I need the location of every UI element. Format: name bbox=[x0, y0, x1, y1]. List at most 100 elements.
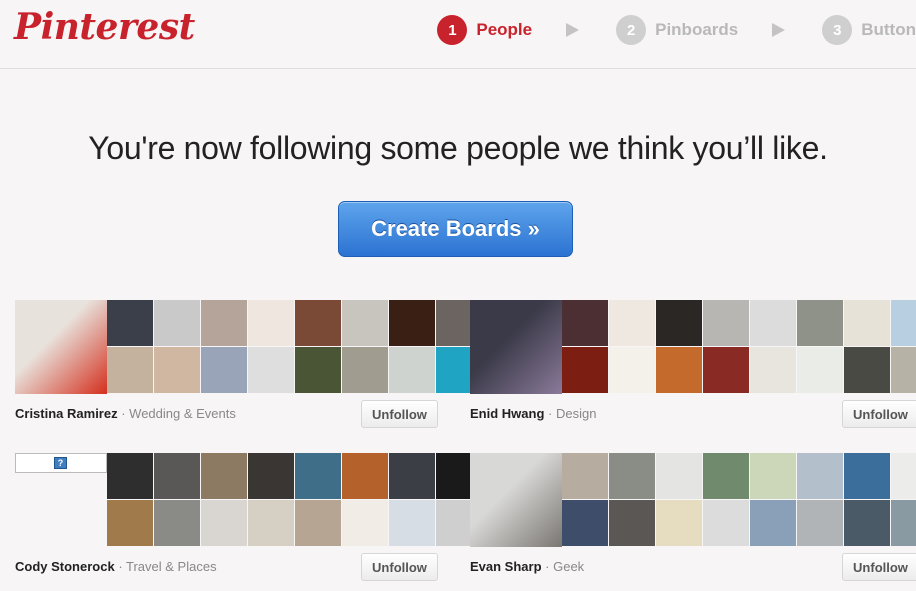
user-name[interactable]: Cristina Ramirez bbox=[15, 406, 118, 421]
user-card: Cristina Ramirez · Wedding & Events Unfo… bbox=[15, 300, 482, 440]
pin-thumbnail[interactable] bbox=[750, 453, 796, 499]
pin-thumbnail[interactable] bbox=[154, 300, 200, 346]
avatar[interactable] bbox=[470, 453, 562, 547]
avatar[interactable] bbox=[15, 300, 107, 394]
pin-thumbnail[interactable] bbox=[389, 300, 435, 346]
pin-thumbnail[interactable] bbox=[389, 500, 435, 546]
pin-thumbnail[interactable] bbox=[562, 453, 608, 499]
pin-thumbnail[interactable] bbox=[248, 500, 294, 546]
step-label: Pinboards bbox=[655, 20, 739, 39]
pin-thumbnail[interactable] bbox=[248, 300, 294, 346]
pin-thumbnail[interactable] bbox=[844, 500, 890, 546]
pin-thumbnail[interactable] bbox=[389, 453, 435, 499]
pin-thumbnail[interactable] bbox=[248, 453, 294, 499]
pin-thumbnail[interactable] bbox=[750, 500, 796, 546]
step-label: People bbox=[476, 20, 533, 39]
pin-mosaic[interactable] bbox=[470, 300, 916, 394]
pin-thumbnail[interactable] bbox=[342, 453, 388, 499]
user-info: Evan Sharp · Geek bbox=[470, 559, 584, 574]
pin-thumbnail[interactable] bbox=[609, 347, 655, 393]
pin-thumbnail[interactable] bbox=[107, 347, 153, 393]
pin-thumbnail[interactable] bbox=[201, 500, 247, 546]
user-info: Cody Stonerock · Travel & Places bbox=[15, 559, 217, 574]
pin-thumbnail[interactable] bbox=[703, 347, 749, 393]
pin-thumbnail[interactable] bbox=[295, 500, 341, 546]
user-category: · Geek bbox=[545, 559, 585, 574]
pin-thumbnail[interactable] bbox=[342, 500, 388, 546]
pin-mosaic[interactable] bbox=[15, 300, 482, 394]
pin-thumbnail[interactable] bbox=[844, 347, 890, 393]
unfollow-button[interactable]: Unfollow bbox=[842, 400, 916, 428]
pin-thumbnail[interactable] bbox=[201, 453, 247, 499]
unfollow-button[interactable]: Unfollow bbox=[361, 400, 438, 428]
unfollow-button[interactable]: Unfollow bbox=[361, 553, 438, 581]
unfollow-button[interactable]: Unfollow bbox=[842, 553, 916, 581]
pin-thumbnail[interactable] bbox=[201, 300, 247, 346]
pin-thumbnail[interactable] bbox=[107, 500, 153, 546]
pin-thumbnail[interactable] bbox=[248, 347, 294, 393]
pin-thumbnail[interactable] bbox=[750, 300, 796, 346]
pin-thumbnail[interactable] bbox=[107, 453, 153, 499]
user-name[interactable]: Cody Stonerock bbox=[15, 559, 115, 574]
pin-thumbnail[interactable] bbox=[656, 453, 702, 499]
user-name[interactable]: Enid Hwang bbox=[470, 406, 544, 421]
pin-thumbnail[interactable] bbox=[656, 300, 702, 346]
pin-thumbnail[interactable] bbox=[797, 347, 843, 393]
step-label: Button bbox=[861, 20, 916, 39]
avatar[interactable] bbox=[470, 300, 562, 394]
user-category: · Wedding & Events bbox=[121, 406, 236, 421]
pin-thumbnail[interactable] bbox=[562, 500, 608, 546]
onboarding-steps: 1 People 2 Pinboards 3 Button bbox=[437, 14, 916, 46]
pin-thumbnail[interactable] bbox=[750, 347, 796, 393]
pin-thumbnail[interactable] bbox=[891, 347, 916, 393]
user-info: Cristina Ramirez · Wedding & Events bbox=[15, 406, 236, 421]
pin-thumbnail[interactable] bbox=[107, 300, 153, 346]
pin-thumbnail[interactable] bbox=[609, 453, 655, 499]
pin-thumbnail[interactable] bbox=[891, 453, 916, 499]
pin-mosaic[interactable]: ? bbox=[15, 453, 482, 547]
pin-thumbnail[interactable] bbox=[703, 453, 749, 499]
pin-thumbnail[interactable] bbox=[891, 300, 916, 346]
pin-thumbnail[interactable] bbox=[891, 500, 916, 546]
pin-thumbnail[interactable] bbox=[797, 300, 843, 346]
step-people: 1 People bbox=[437, 15, 532, 45]
missing-image-icon: ? bbox=[54, 457, 67, 469]
user-info: Enid Hwang · Design bbox=[470, 406, 596, 421]
pin-thumbnail[interactable] bbox=[201, 347, 247, 393]
user-category: · Design bbox=[548, 406, 597, 421]
user-name[interactable]: Evan Sharp bbox=[470, 559, 542, 574]
pin-thumbnail[interactable] bbox=[295, 453, 341, 499]
pin-thumbnail[interactable] bbox=[154, 453, 200, 499]
step-number: 2 bbox=[616, 15, 647, 45]
user-category: · Travel & Places bbox=[118, 559, 217, 574]
step-button: 3 Button bbox=[822, 15, 916, 45]
pin-thumbnail[interactable] bbox=[154, 347, 200, 393]
step-arrow-icon bbox=[566, 23, 580, 37]
create-boards-button[interactable]: Create Boards » bbox=[338, 201, 573, 257]
pin-thumbnail[interactable] bbox=[609, 500, 655, 546]
pin-thumbnail[interactable] bbox=[797, 453, 843, 499]
pin-thumbnail[interactable] bbox=[342, 300, 388, 346]
pin-thumbnail[interactable] bbox=[342, 347, 388, 393]
pin-thumbnail[interactable] bbox=[703, 300, 749, 346]
pin-thumbnail[interactable] bbox=[562, 300, 608, 346]
user-card: Enid Hwang · Design Unfollow bbox=[470, 300, 916, 440]
step-number: 1 bbox=[437, 15, 468, 45]
pinterest-logo[interactable]: Pinterest bbox=[14, 6, 195, 48]
pin-thumbnail[interactable] bbox=[844, 453, 890, 499]
pin-thumbnail[interactable] bbox=[797, 500, 843, 546]
pin-thumbnail[interactable] bbox=[295, 300, 341, 346]
pin-thumbnail[interactable] bbox=[562, 347, 608, 393]
user-card: Evan Sharp · Geek Unfollow bbox=[470, 453, 916, 591]
top-bar: Pinterest 1 People 2 Pinboards 3 Button bbox=[0, 0, 916, 69]
pin-thumbnail[interactable] bbox=[703, 500, 749, 546]
pin-thumbnail[interactable] bbox=[154, 500, 200, 546]
pin-mosaic[interactable] bbox=[470, 453, 916, 547]
pin-thumbnail[interactable] bbox=[656, 347, 702, 393]
pin-thumbnail[interactable] bbox=[389, 347, 435, 393]
pin-thumbnail[interactable] bbox=[844, 300, 890, 346]
pin-thumbnail[interactable] bbox=[609, 300, 655, 346]
pin-thumbnail[interactable] bbox=[656, 500, 702, 546]
user-card: ? Cody Stonerock · Travel & Places Unfol… bbox=[15, 453, 482, 591]
pin-thumbnail[interactable] bbox=[295, 347, 341, 393]
